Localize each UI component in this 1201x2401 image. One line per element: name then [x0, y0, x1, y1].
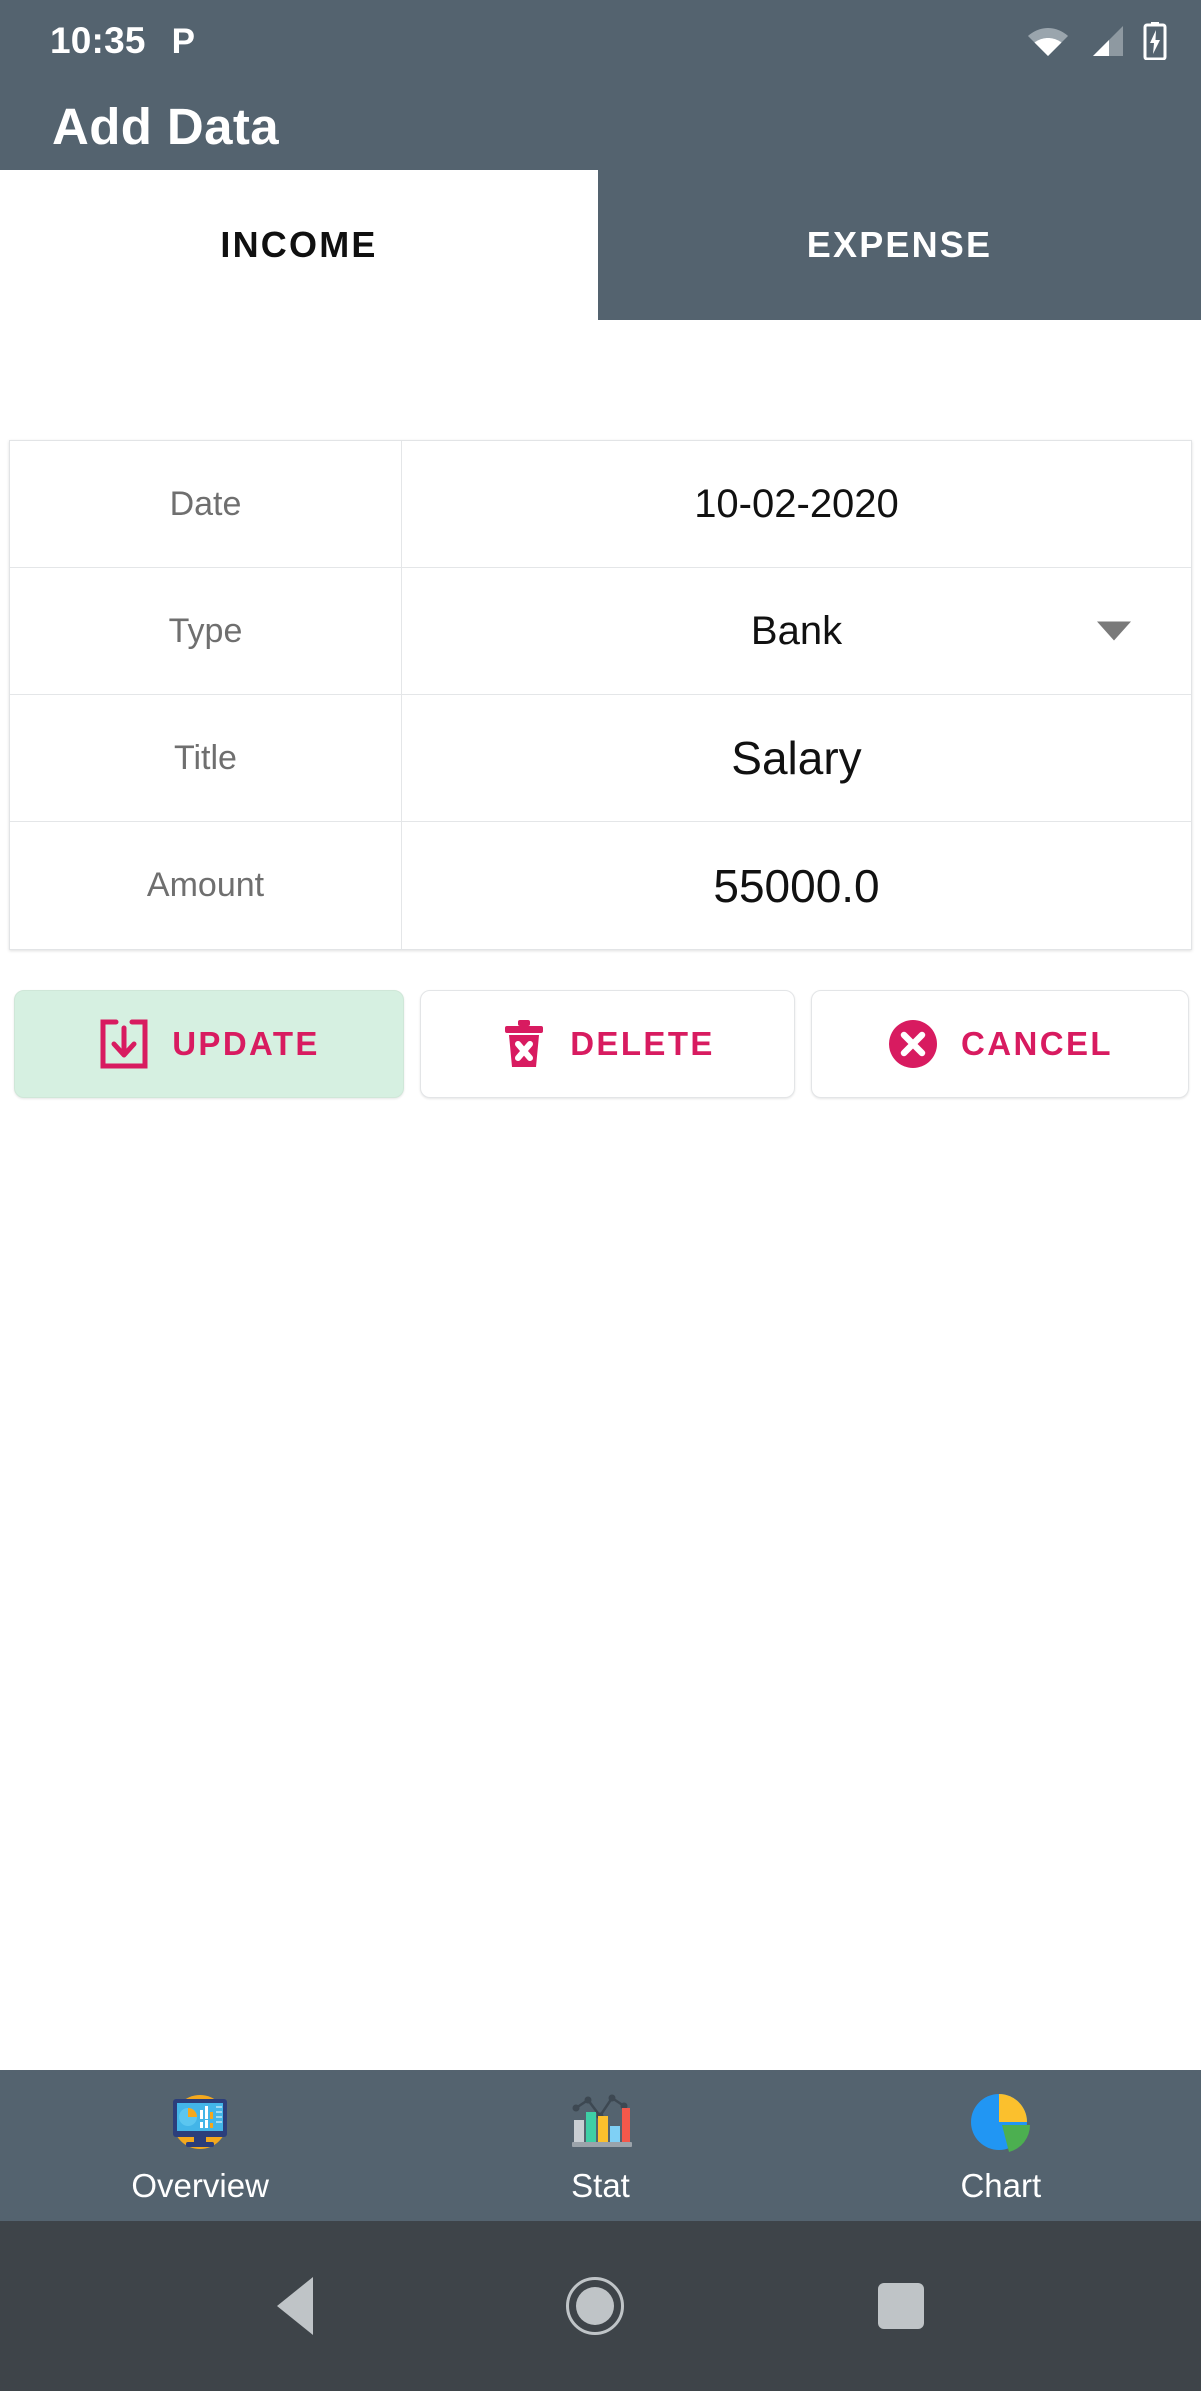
update-button-label: UPDATE — [172, 1025, 320, 1062]
form-label-amount: Amount — [10, 822, 402, 949]
tab-income-label: INCOME — [220, 224, 378, 265]
form-row-type[interactable]: Type Bank — [10, 568, 1191, 695]
form-value-type[interactable]: Bank — [402, 568, 1191, 694]
delete-button[interactable]: DELETE — [420, 990, 795, 1098]
form-value-type-text: Bank — [750, 608, 843, 653]
battery-charging-icon — [1143, 22, 1167, 60]
nav-item-stat[interactable]: Stat — [400, 2086, 800, 2205]
circle-x-icon — [889, 1020, 938, 1068]
nav-item-chart-label: Chart — [960, 2167, 1042, 2204]
cancel-button-label: CANCEL — [961, 1025, 1113, 1062]
nav-item-overview[interactable]: Overview — [0, 2086, 400, 2205]
tab-expense[interactable]: EXPENSE — [598, 170, 1201, 320]
form-value-title[interactable]: Salary — [402, 695, 1191, 821]
app-bar: Add Data — [0, 82, 1201, 170]
delete-button-label: DELETE — [570, 1025, 715, 1062]
form-value-amount[interactable]: 55000.0 — [402, 822, 1191, 949]
cellular-signal-icon — [1093, 26, 1123, 56]
home-icon[interactable] — [566, 2277, 625, 2335]
bottom-navigation: Overview Stat Chart — [0, 2070, 1201, 2221]
form-row-amount[interactable]: Amount 55000.0 — [10, 822, 1191, 949]
update-button[interactable]: UPDATE — [14, 990, 404, 1098]
back-icon[interactable] — [276, 2277, 313, 2335]
p-notification-icon: P — [171, 21, 195, 61]
nav-item-chart[interactable]: Chart — [801, 2086, 1201, 2205]
form-label-date: Date — [10, 441, 402, 567]
form-label-type: Type — [10, 568, 402, 694]
tab-bar: INCOME EXPENSE — [0, 170, 1201, 320]
cancel-button[interactable]: CANCEL — [811, 990, 1189, 1098]
entry-form-table: Date 10-02-2020 Type Bank Title Salary A… — [9, 440, 1192, 950]
form-row-date[interactable]: Date 10-02-2020 — [10, 441, 1191, 568]
bar-chart-line-icon — [572, 2094, 633, 2147]
form-label-title: Title — [10, 695, 402, 821]
content-area: Date 10-02-2020 Type Bank Title Salary A… — [0, 320, 1201, 2070]
save-download-box-icon — [100, 1019, 148, 1069]
page-title-text: Add Data — [52, 97, 280, 155]
form-row-title[interactable]: Title Salary — [10, 695, 1191, 822]
tab-income[interactable]: INCOME — [0, 170, 598, 320]
dashboard-monitor-icon — [173, 2095, 228, 2149]
trash-x-icon — [505, 1020, 544, 1067]
nav-item-overview-label: Overview — [131, 2167, 269, 2204]
tab-expense-label: EXPENSE — [806, 224, 993, 265]
form-value-date[interactable]: 10-02-2020 — [402, 441, 1191, 567]
wifi-icon — [1028, 28, 1068, 56]
status-bar-right — [1027, 22, 1167, 60]
chevron-down-icon[interactable] — [1097, 621, 1131, 641]
action-button-row: UPDATE DELETE CANCEL — [14, 990, 1189, 1098]
pie-chart-icon — [970, 2094, 1030, 2152]
status-bar-clock: 10:35 — [50, 20, 146, 61]
status-bar-left: 10:35 P — [50, 20, 195, 62]
android-navigation-bar — [0, 2221, 1201, 2391]
status-bar: 10:35 P — [0, 0, 1201, 82]
nav-item-stat-label: Stat — [571, 2167, 630, 2204]
recents-icon[interactable] — [878, 2283, 925, 2329]
